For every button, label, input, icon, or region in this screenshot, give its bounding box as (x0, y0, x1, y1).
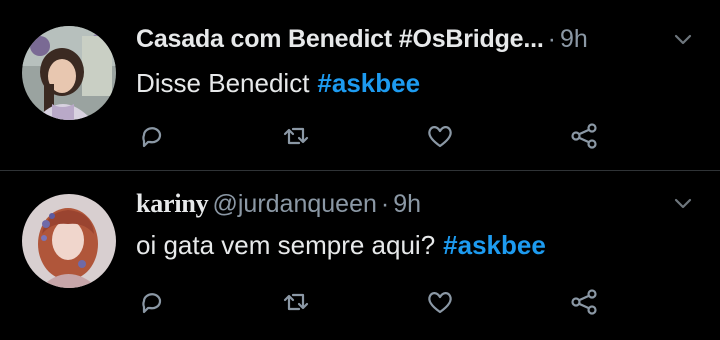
tweet[interactable]: kariny @jurdanqueen · 9h oi gata vem sempre… (0, 171, 720, 340)
like-icon (428, 292, 452, 314)
display-name[interactable]: kariny (136, 189, 209, 218)
like-button[interactable] (424, 120, 456, 152)
separator-dot: · (547, 25, 556, 53)
retweet-icon (283, 127, 309, 145)
avatar-image-icon (22, 26, 116, 120)
reply-icon (142, 127, 162, 148)
timestamp[interactable]: 9h (560, 25, 588, 53)
like-button[interactable] (424, 286, 456, 318)
avatar[interactable] (22, 26, 116, 120)
tweet-text: oi gata vem sempre aqui? #askbee (136, 230, 546, 261)
hashtag-link[interactable]: #askbee (317, 68, 420, 98)
tweet-actions (136, 286, 606, 318)
chevron-down-icon[interactable] (670, 25, 696, 55)
share-button[interactable] (568, 120, 600, 152)
avatar[interactable] (22, 194, 116, 288)
tweet-text: Disse Benedict #askbee (136, 68, 420, 99)
tweet-text-content: Disse Benedict (136, 68, 310, 98)
chevron-down-icon[interactable] (670, 189, 696, 219)
retweet-button[interactable] (280, 120, 312, 152)
retweet-button[interactable] (280, 286, 312, 318)
separator-dot: · (380, 190, 390, 218)
retweet-icon (283, 293, 309, 311)
like-icon (428, 126, 452, 148)
avatar-image-icon (22, 194, 116, 288)
tweet-header: Casada com Benedict #OsBridge... · 9h (136, 25, 696, 59)
tweet-actions (136, 120, 606, 152)
share-icon (571, 123, 597, 149)
tweet-text-content: oi gata vem sempre aqui? (136, 230, 436, 260)
reply-button[interactable] (136, 286, 168, 318)
hashtag-link[interactable]: #askbee (443, 230, 546, 260)
user-handle[interactable]: @jurdanqueen (212, 190, 376, 218)
display-name[interactable]: Casada com Benedict #OsBridge... (136, 25, 544, 53)
share-icon (571, 289, 597, 315)
tweet-header: kariny @jurdanqueen · 9h (136, 189, 696, 223)
share-button[interactable] (568, 286, 600, 318)
reply-icon (142, 293, 162, 314)
reply-button[interactable] (136, 120, 168, 152)
tweet[interactable]: Casada com Benedict #OsBridge... · 9h Diss… (0, 0, 720, 170)
timestamp[interactable]: 9h (393, 190, 421, 218)
